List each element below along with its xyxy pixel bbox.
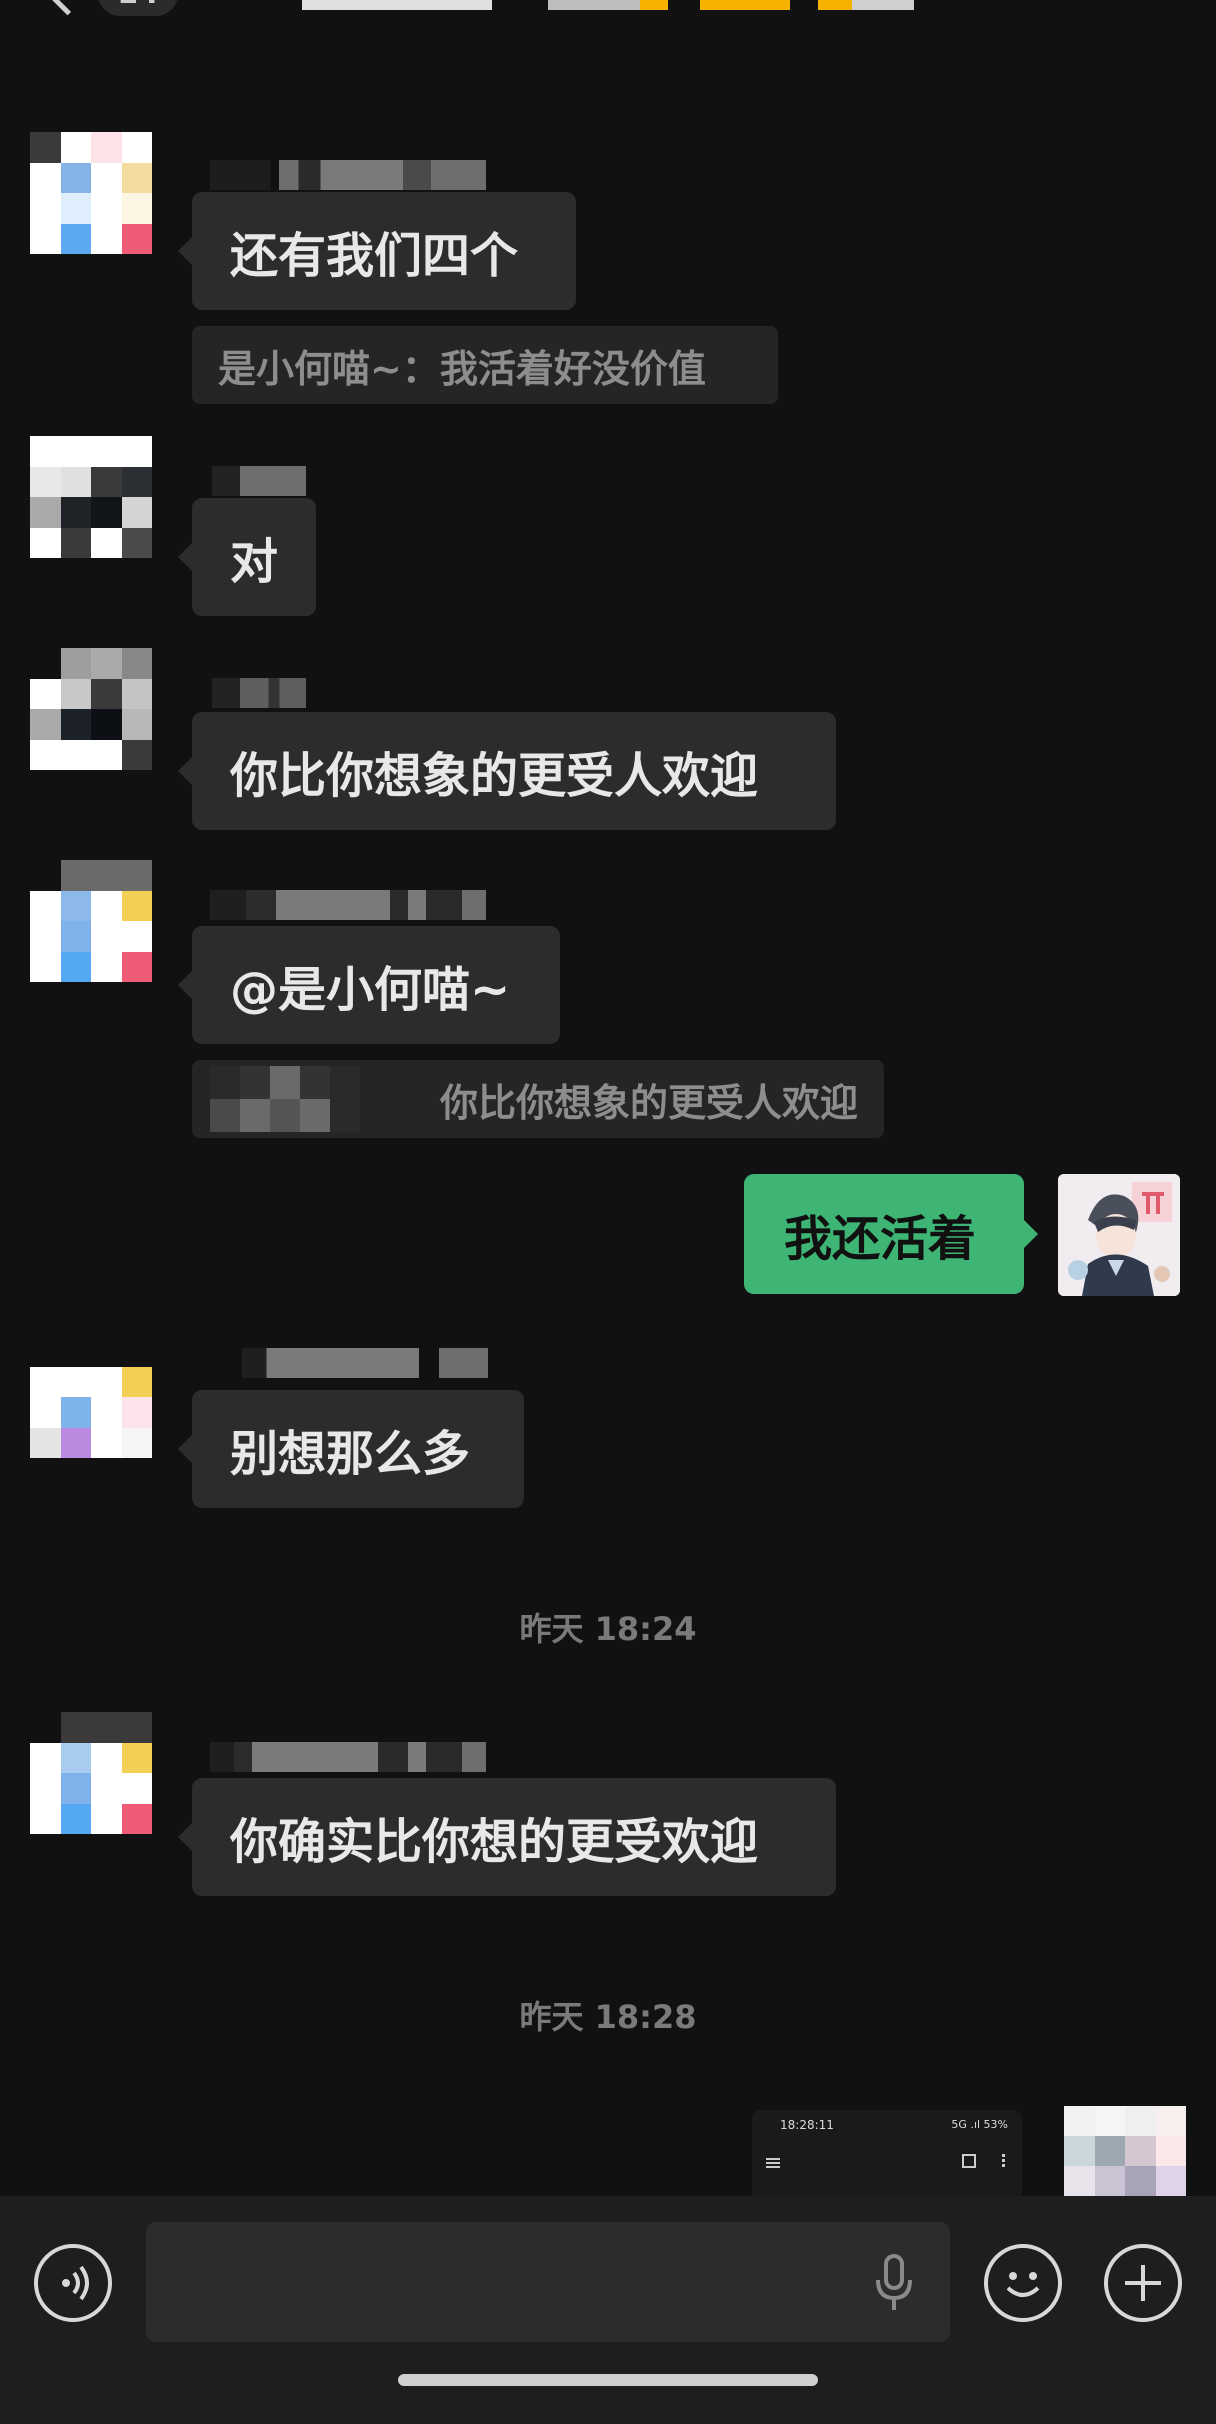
screenshot-image-message[interactable]: 18:28:11 5G .ıl 53% [752, 2110, 1022, 2196]
message-bubble[interactable]: 你确实比你想的更受欢迎 [178, 1778, 836, 1896]
self-avatar[interactable] [1058, 1174, 1180, 1296]
unread-count-badge: 14 [98, 0, 178, 16]
quoted-message[interactable]: 是小何喵~：我活着好没价值 [192, 326, 778, 404]
header-title-mosaic [700, 0, 790, 10]
avatar[interactable] [30, 1712, 152, 1834]
preview-more-icon [1002, 2154, 1005, 2157]
header-title-mosaic [302, 0, 492, 10]
quoted-message-text: 你比你想象的更受人欢迎 [439, 1080, 858, 1125]
anime-character-avatar-image [1058, 1174, 1180, 1296]
quoted-message[interactable]: 你比你想象的更受人欢迎 [192, 1060, 884, 1138]
preview-time: 18:28:11 [780, 2118, 834, 2132]
sender-name-mosaic [210, 1742, 510, 1772]
avatar[interactable] [30, 860, 152, 982]
sender-name-mosaic [210, 160, 486, 190]
preview-edit-icon [962, 2154, 976, 2168]
microphone-icon[interactable] [872, 2254, 916, 2314]
timestamp: 昨天 18:28 [519, 1998, 697, 2036]
avatar[interactable] [30, 436, 152, 558]
message-bubble[interactable]: @是小何喵~ [178, 926, 560, 1044]
input-bar [0, 2196, 1216, 2424]
sender-name-mosaic [210, 890, 510, 920]
message-bubble[interactable]: 别想那么多 [178, 1390, 524, 1508]
quote-sender-mosaic [210, 1066, 360, 1132]
preview-status: 5G .ıl 53% [951, 2118, 1008, 2131]
message-bubble[interactable]: 你比你想象的更受人欢迎 [178, 712, 836, 830]
self-message-bubble[interactable]: 我还活着 [744, 1174, 1038, 1294]
message-input[interactable] [146, 2222, 950, 2342]
sender-name-mosaic [242, 1348, 488, 1378]
message-bubble[interactable]: 还有我们四个 [178, 192, 576, 310]
header-title-mosaic [818, 0, 852, 10]
message-text-field[interactable] [166, 2242, 850, 2324]
sender-name-mosaic [212, 678, 306, 708]
header-title-mosaic [640, 0, 668, 10]
avatar[interactable] [30, 132, 152, 254]
message-bubble[interactable]: 对 [178, 498, 316, 616]
voice-mode-icon[interactable] [34, 2244, 112, 2322]
self-avatar[interactable] [1064, 2106, 1186, 2196]
plus-icon[interactable] [1104, 2244, 1182, 2322]
avatar[interactable] [30, 648, 152, 770]
avatar[interactable] [30, 1336, 152, 1458]
sender-name-mosaic [212, 466, 306, 496]
preview-menu-icon [766, 2158, 780, 2160]
emoji-icon[interactable] [984, 2244, 1062, 2322]
timestamp: 昨天 18:24 [519, 1610, 697, 1648]
back-chevron-icon[interactable] [45, 0, 90, 16]
home-indicator[interactable] [398, 2374, 818, 2386]
